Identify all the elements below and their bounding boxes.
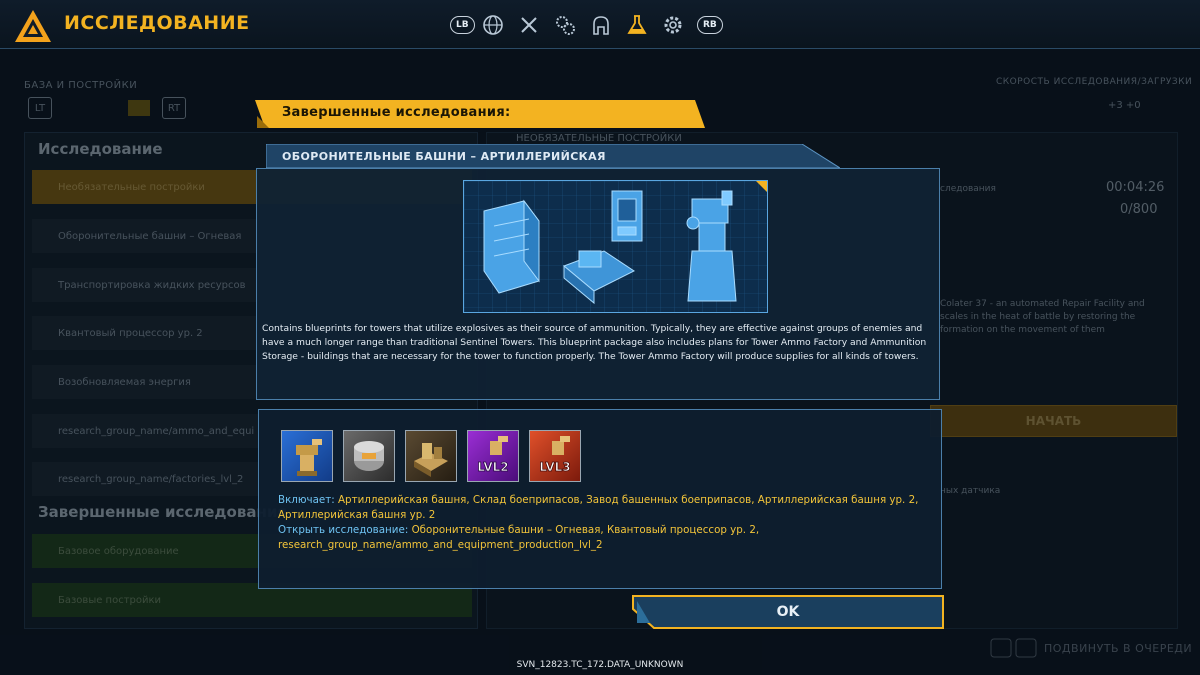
build-version: SVN_12823.TC_172.DATA_UNKNOWN [516,660,684,670]
research-title: ОБОРОНИТЕЛЬНЫЕ БАШНИ – АРТИЛЛЕРИЙСКАЯ [282,150,606,163]
unlock-line: Открыть исследование: Оборонительные баш… [278,523,930,553]
move-in-queue-label[interactable]: ПОДВИНУТЬ В ОЧЕРЕДИ [1044,642,1192,655]
detail-title: НЕОБЯЗАТЕЛЬНЫЕ ПОСТРОЙКИ [516,133,682,144]
queue-buttons-icon[interactable] [990,638,1038,658]
base-category-icon[interactable] [128,100,150,116]
rb-button[interactable]: RB [697,16,723,34]
artillery-tower-icon[interactable] [281,430,333,482]
includes-value: Артиллерийская башня, Склад боеприпасов,… [278,494,919,521]
globe-icon[interactable] [481,13,505,37]
research-time-label: следования [940,184,996,194]
robot-icon[interactable] [589,13,613,37]
start-button[interactable]: НАЧАТЬ [930,405,1177,437]
detail-note: ных датчика [940,486,1001,496]
blueprint-image [463,180,768,313]
speed-label: СКОРОСТЬ ИССЛЕДОВАНИЯ/ЗАГРУЗКИ [996,77,1193,87]
research-heading: Исследование [38,140,163,158]
artillery-tower-lvl3-icon[interactable]: LVL3 [529,430,581,482]
unlock-label: Открыть исследование: [278,524,409,536]
pickaxe-icon[interactable] [517,13,541,37]
includes-label: Включает: [278,494,335,506]
research-description: Contains blueprints for towers that util… [262,323,927,362]
includes-line: Включает: Артиллерийская башня, Склад бо… [278,493,930,523]
ammo-storage-icon[interactable] [343,430,395,482]
lb-button[interactable]: LB [450,16,475,34]
flask-icon[interactable] [625,13,649,37]
page-title: ИССЛЕДОВАНИЕ [64,12,250,34]
tower-ammo-factory-icon[interactable] [405,430,457,482]
lt-button[interactable]: LT [28,97,52,119]
artillery-tower-lvl2-icon[interactable]: LVL2 [467,430,519,482]
cog-icon[interactable] [661,13,685,37]
detail-description: Colater 37 - an automated Repair Facilit… [940,299,1145,335]
speed-values: +3 +0 [1108,100,1141,111]
lvl2-badge: LVL2 [477,460,508,474]
lvl3-badge: LVL3 [539,460,570,474]
game-logo-icon [14,9,52,43]
unlocks-text: Включает: Артиллерийская башня, Склад бо… [278,493,930,553]
ok-button[interactable]: OK [632,595,944,629]
research-progress: 0/800 [1120,202,1158,217]
research-timer: 00:04:26 [1106,180,1165,195]
modal-title: Завершенные исследования: [282,105,511,120]
rt-button[interactable]: RT [162,97,186,119]
completed-heading: Завершенные исследования [38,503,287,521]
section-label-base: БАЗА И ПОСТРОЙКИ [24,80,138,91]
gears-icon[interactable] [553,13,577,37]
